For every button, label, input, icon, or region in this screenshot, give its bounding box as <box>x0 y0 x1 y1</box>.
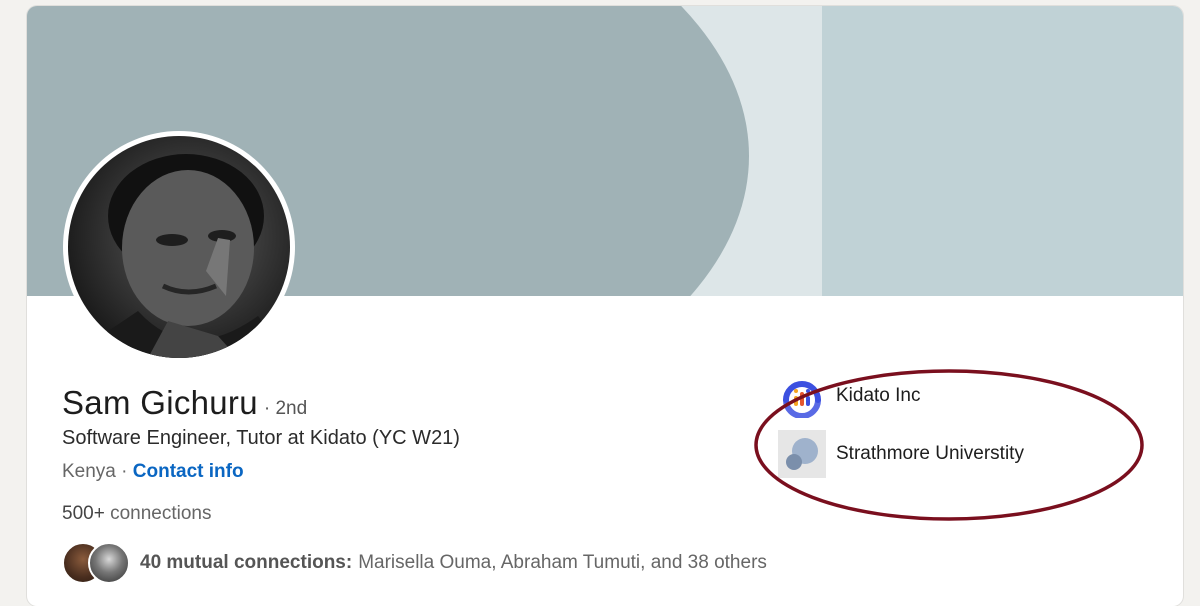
profile-headline: Software Engineer, Tutor at Kidato (YC W… <box>62 427 460 449</box>
connections-count: 500+ <box>62 503 105 524</box>
contact-info-link[interactable]: Contact info <box>133 461 244 482</box>
connections-link[interactable]: 500+ connections <box>62 503 211 525</box>
kidato-logo-icon <box>778 372 826 420</box>
location-separator: · <box>115 461 133 482</box>
mutual-avatars <box>62 542 130 584</box>
mutual-count: 40 mutual connections: <box>140 552 353 573</box>
connections-label: connections <box>104 503 212 524</box>
connection-degree: · 2nd <box>263 398 308 419</box>
location-row: Kenya · Contact info <box>62 461 244 483</box>
org-name: Strathmore Universtity <box>836 443 1024 464</box>
profile-photo-image <box>68 136 290 358</box>
org-item-kidato[interactable]: Kidato Inc <box>778 372 921 420</box>
org-name: Kidato Inc <box>836 385 921 406</box>
profile-photo[interactable] <box>63 131 295 363</box>
profile-name: Sam Gichuru <box>62 384 258 421</box>
profile-location: Kenya <box>62 461 116 482</box>
name-row: Sam Gichuru · 2nd <box>62 384 307 422</box>
profile-card: Sam Gichuru · 2nd Software Engineer, Tut… <box>27 6 1183 606</box>
mutual-connections[interactable]: 40 mutual connections: Marisella Ouma, A… <box>62 542 767 584</box>
portrait-figure <box>68 154 290 358</box>
avatar <box>88 542 130 584</box>
org-item-strathmore[interactable]: Strathmore Universtity <box>778 430 1024 478</box>
mutual-names: Marisella Ouma, Abraham Tumuti, and 38 o… <box>358 552 767 573</box>
strathmore-logo-icon <box>778 430 826 478</box>
